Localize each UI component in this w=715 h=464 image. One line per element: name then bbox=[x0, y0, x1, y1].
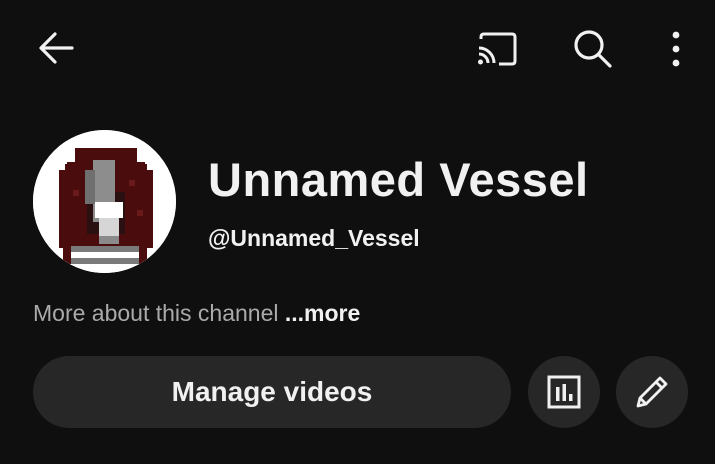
back-arrow-icon bbox=[39, 32, 74, 64]
pixel-art-avatar-image bbox=[33, 130, 176, 273]
cast-button[interactable] bbox=[468, 24, 524, 74]
edit-channel-button[interactable] bbox=[616, 356, 688, 428]
channel-avatar[interactable] bbox=[33, 130, 176, 273]
search-icon bbox=[574, 30, 612, 68]
channel-name: Unnamed Vessel bbox=[208, 153, 589, 206]
more-vert-icon bbox=[672, 31, 680, 67]
search-button[interactable] bbox=[566, 24, 620, 74]
edit-pencil-icon bbox=[636, 376, 668, 408]
more-options-button[interactable] bbox=[656, 24, 696, 74]
about-text: More about this channel bbox=[33, 300, 279, 326]
more-link[interactable]: ...more bbox=[285, 300, 360, 326]
top-app-bar bbox=[0, 0, 715, 100]
back-button[interactable] bbox=[28, 24, 84, 72]
cast-icon bbox=[478, 32, 517, 66]
channel-about[interactable]: More about this channel ...more bbox=[33, 300, 360, 327]
channel-handle: @Unnamed_Vessel bbox=[208, 225, 420, 251]
manage-videos-button[interactable]: Manage videos bbox=[33, 356, 511, 428]
analytics-button[interactable] bbox=[528, 356, 600, 428]
analytics-icon bbox=[547, 375, 581, 409]
